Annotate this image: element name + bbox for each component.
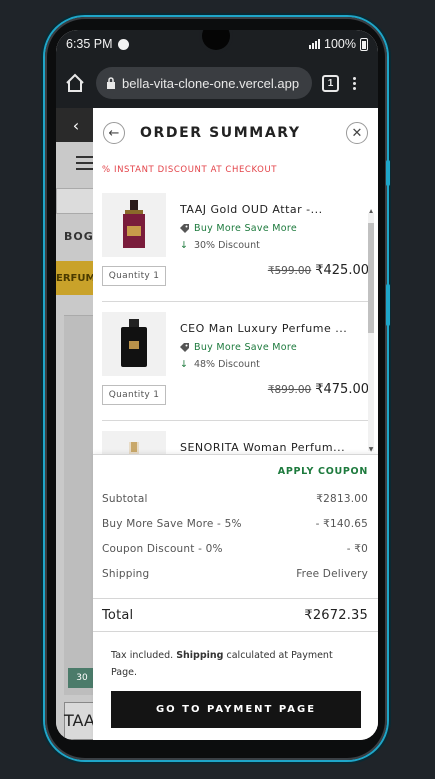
signal-icon (309, 39, 321, 49)
lock-icon (107, 77, 115, 89)
volume-button (386, 160, 390, 186)
power-button (386, 284, 390, 326)
summary-value: ₹2813.00 (316, 493, 368, 505)
cart-item: Quantity 1 CEO Man Luxury Perfume ... Bu… (102, 302, 369, 421)
battery-icon (360, 37, 368, 51)
summary-row-shipping: Shipping Free Delivery (102, 568, 368, 580)
summary-row-bulk-discount: Buy More Save More - 5% - ₹140.65 (102, 518, 368, 530)
total-value: ₹2672.35 (304, 608, 368, 623)
down-arrow-icon: ↓ (180, 359, 188, 370)
spotify-icon (117, 38, 129, 50)
cart-item: SENORITA Woman Perfum... (102, 421, 369, 454)
back-arrow-icon[interactable]: ← (103, 122, 125, 144)
instant-discount-banner: % INSTANT DISCOUNT AT CHECKOUT (102, 165, 278, 175)
summary-row-coupon: Coupon Discount - 0% - ₹0 (102, 543, 368, 555)
summary-label: Shipping (102, 568, 150, 580)
order-summary-drawer: ← ORDER SUMMARY ✕ % INSTANT DISCOUNT AT … (93, 108, 378, 740)
price-summary: APPLY COUPON Subtotal ₹2813.00 Buy More … (93, 454, 378, 740)
total-section: Total ₹2672.35 (93, 598, 378, 632)
tax-note-text: Tax included. (111, 650, 177, 661)
offer-tag: Buy More Save More (180, 223, 297, 234)
discount-info: ↓ 48% Discount (180, 359, 260, 370)
url-bar[interactable]: bella-vita-clone-one.vercel.app (96, 67, 312, 99)
background-brand: BOG (64, 230, 94, 243)
background-badge: 30 (68, 668, 96, 688)
summary-label: Buy More Save More - 5% (102, 518, 242, 530)
summary-row-subtotal: Subtotal ₹2813.00 (102, 493, 368, 505)
tabs-icon[interactable]: 1 (322, 74, 339, 92)
apply-coupon-button[interactable]: APPLY COUPON (278, 466, 368, 477)
price-block: ₹899.00 ₹475.00 (268, 382, 369, 397)
product-name: SENORITA Woman Perfum... (180, 441, 346, 454)
menu-icon (76, 156, 94, 174)
tax-note-shipping: Shipping (176, 650, 224, 661)
background-product-image (64, 315, 96, 695)
drawer-header: ← ORDER SUMMARY ✕ (93, 108, 378, 158)
summary-value: - ₹0 (346, 543, 368, 555)
back-chevron-icon: ‹ (56, 108, 96, 142)
battery-percent: 100% (324, 37, 356, 51)
product-name: TAAJ Gold OUD Attar -... (180, 203, 323, 216)
product-image (102, 193, 166, 257)
status-time: 6:35 PM (66, 37, 113, 51)
tag-icon (180, 343, 189, 352)
product-image (102, 431, 166, 454)
cart-item: Quantity 1 TAAJ Gold OUD Attar -... Buy … (102, 183, 369, 302)
old-price: ₹599.00 (267, 265, 312, 277)
summary-label: Subtotal (102, 493, 148, 505)
tag-icon (180, 224, 189, 233)
browser-toolbar: bella-vita-clone-one.vercel.app 1 (56, 58, 378, 108)
summary-row-total: Total ₹2672.35 (102, 608, 368, 623)
url-text: bella-vita-clone-one.vercel.app (122, 75, 300, 91)
old-price: ₹899.00 (267, 384, 312, 396)
cart-items-list[interactable]: Quantity 1 TAAJ Gold OUD Attar -... Buy … (93, 183, 378, 454)
phone-screen: 6:35 PM 100% bella-vita-clone-one.vercel… (56, 30, 378, 740)
discount-label: 30% Discount (193, 240, 260, 251)
more-icon[interactable] (353, 76, 356, 90)
summary-value: Free Delivery (296, 568, 368, 580)
discount-info: ↓ 30% Discount (180, 240, 260, 251)
scrollbar-thumb[interactable] (368, 223, 374, 333)
down-arrow-icon: ↓ (180, 240, 188, 251)
summary-value: - ₹140.65 (315, 518, 368, 530)
drawer-title: ORDER SUMMARY (140, 125, 301, 141)
product-image (102, 312, 166, 376)
items-scrollbar[interactable] (368, 213, 374, 451)
background-search (56, 188, 96, 214)
price-block: ₹599.00 ₹425.00 (268, 263, 369, 278)
summary-label: Coupon Discount - 0% (102, 543, 223, 555)
discount-label: 48% Discount (193, 359, 260, 370)
scroll-down-icon[interactable]: ▼ (368, 446, 374, 453)
background-banner: ERFUME (56, 261, 102, 295)
quantity-selector[interactable]: Quantity 1 (102, 266, 166, 286)
total-label: Total (102, 608, 134, 623)
offer-tag: Buy More Save More (180, 342, 297, 353)
offer-label: Buy More Save More (194, 223, 298, 234)
current-price: ₹475.00 (315, 382, 369, 397)
go-to-payment-button[interactable]: GO TO PAYMENT PAGE (111, 691, 361, 728)
tax-note: Tax included. Shipping calculated at Pay… (111, 647, 361, 681)
close-icon[interactable]: ✕ (346, 122, 368, 144)
quantity-selector[interactable]: Quantity 1 (102, 385, 166, 405)
home-icon[interactable] (64, 72, 86, 94)
current-price: ₹425.00 (315, 263, 369, 278)
product-name: CEO Man Luxury Perfume ... (180, 322, 348, 335)
offer-label: Buy More Save More (194, 342, 298, 353)
